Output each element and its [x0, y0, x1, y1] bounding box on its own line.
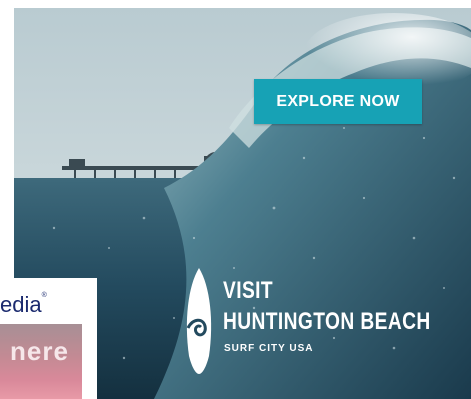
surfboard-icon	[186, 268, 212, 374]
page: EXPLORE NOW VISIT HUNTINGTON BEACH SURF …	[0, 0, 471, 399]
visit-huntington-beach-logo[interactable]: VISIT HUNTINGTON BEACH SURF CITY USA	[179, 266, 469, 376]
logo-line-huntington-beach: HUNTINGTON BEACH	[223, 308, 431, 335]
overlap-photo-word: nere	[10, 336, 69, 366]
overlap-brand-word: edia	[0, 292, 42, 317]
overlapping-ad-card[interactable]: edia® nere	[0, 278, 97, 399]
explore-now-button[interactable]: EXPLORE NOW	[254, 79, 422, 124]
logo-line-visit: VISIT	[223, 277, 274, 304]
overlap-trademark: ®	[41, 292, 47, 299]
logo-tagline: SURF CITY USA	[224, 343, 314, 354]
overlap-brand-text: edia®	[0, 292, 47, 318]
